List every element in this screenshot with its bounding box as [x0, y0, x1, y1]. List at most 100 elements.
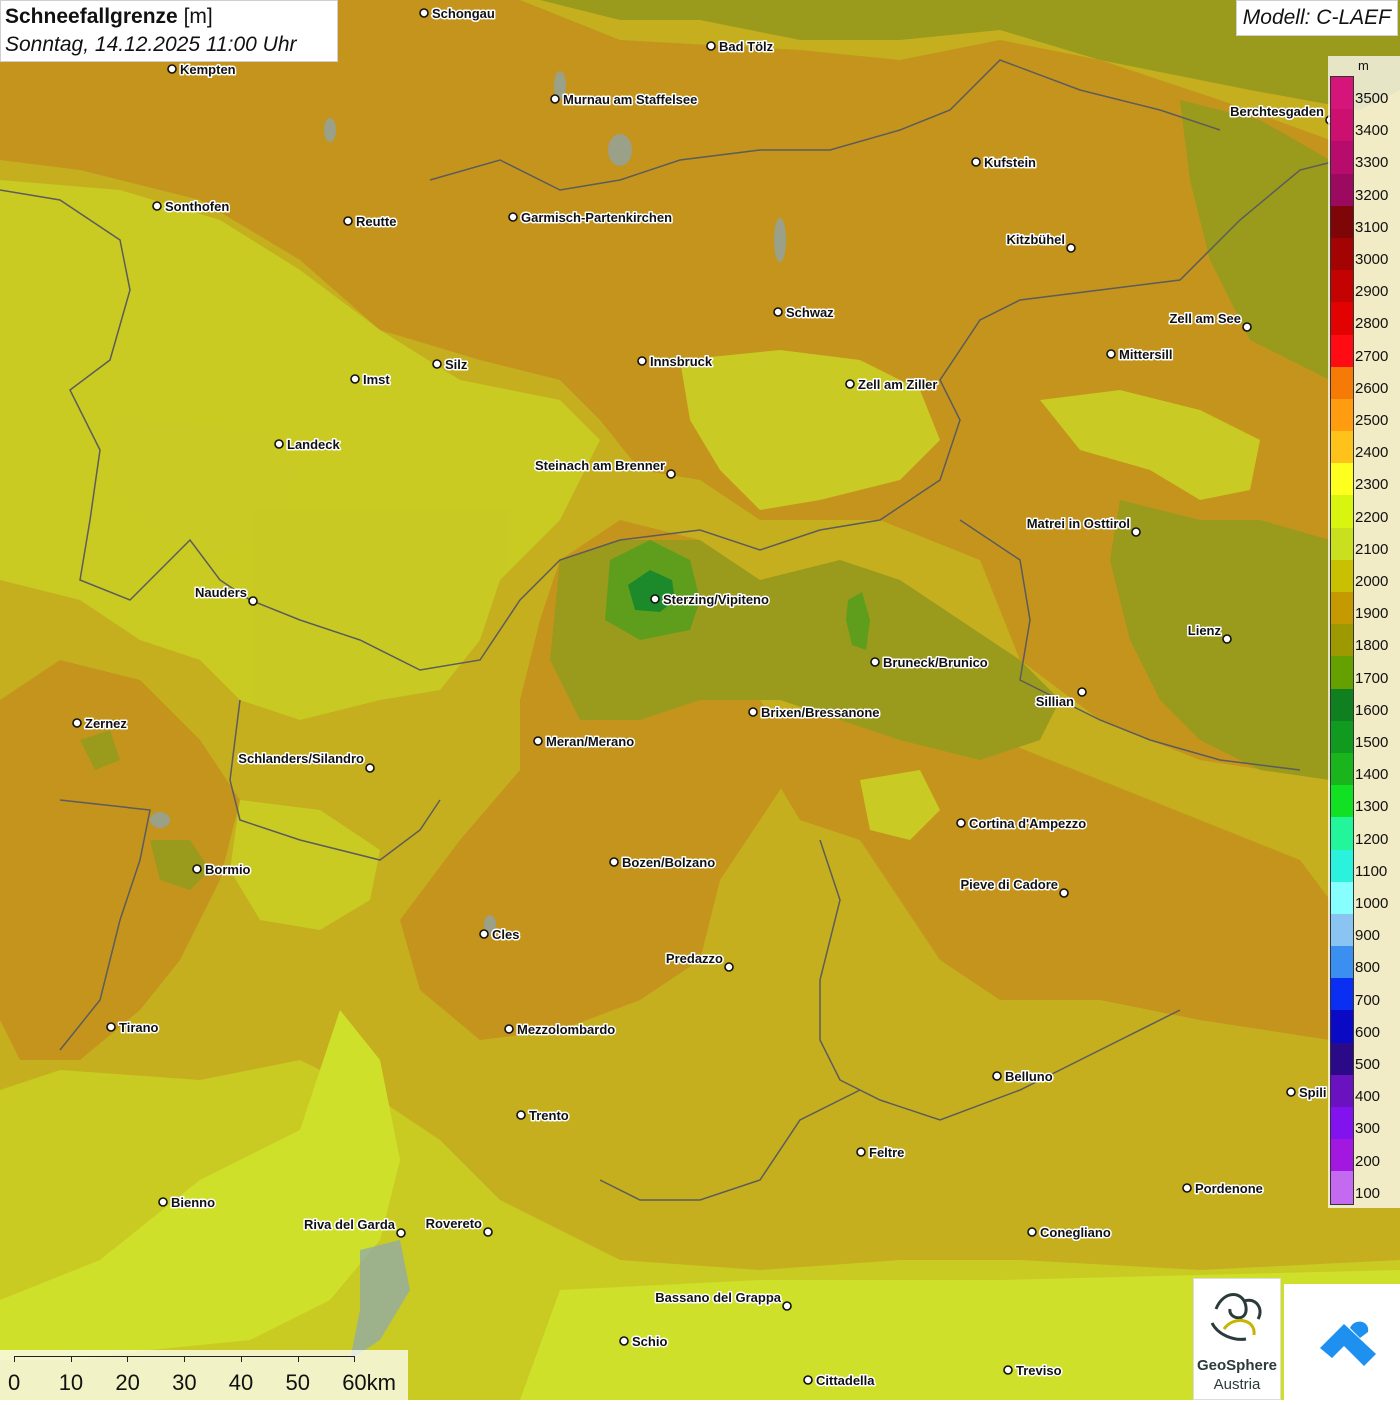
legend-swatch [1331, 559, 1353, 592]
legend-swatch [1331, 656, 1353, 689]
geosphere-logo-line2: Austria [1213, 1376, 1261, 1393]
legend-label: 800 [1355, 959, 1381, 977]
legend-label: 100 [1355, 1184, 1381, 1202]
city-dot [419, 8, 429, 18]
legend-label: 1300 [1355, 798, 1389, 816]
city-label: Garmisch-Partenkirchen [521, 210, 672, 225]
city-label: Trento [529, 1108, 569, 1123]
legend-label: 2700 [1355, 347, 1389, 365]
city-dot [248, 596, 258, 606]
map-title-unit: [m] [183, 5, 213, 28]
city-label: Tirano [119, 1020, 159, 1035]
scale-label: 30 [172, 1370, 197, 1395]
city-marker[interactable]: Bruneck/Brunico [870, 654, 989, 672]
snowline-map[interactable]: Schongau Bad Tölz Kempten Murnau am Staffel… [0, 0, 1400, 1400]
city-label: Bozen/Bolzano [622, 855, 715, 870]
city-marker[interactable]: Murnau am Staffelsee [550, 91, 699, 109]
legend-label: 2600 [1355, 379, 1389, 397]
city-dot [550, 94, 560, 104]
city-marker[interactable]: Sterzing/Vipiteno [650, 591, 770, 609]
legend-label: 1400 [1355, 766, 1389, 784]
city-dot [504, 1024, 514, 1034]
city-dot [1066, 243, 1076, 253]
city-label: Zell am Ziller [858, 377, 937, 392]
city-label: Cles [492, 927, 519, 942]
legend-label: 600 [1355, 1023, 1381, 1041]
legend-label: 1800 [1355, 637, 1389, 655]
scale-label: 50 [285, 1370, 310, 1395]
legend-swatch [1331, 881, 1353, 914]
city-marker[interactable]: Brixen/Bressanone [748, 704, 881, 722]
city-dot [650, 594, 660, 604]
city-label: Sterzing/Vipiteno [663, 592, 769, 607]
city-dot [609, 857, 619, 867]
legend-swatch [1331, 1074, 1353, 1107]
city-label: Kitzbühel [1007, 232, 1066, 247]
city-dot [956, 818, 966, 828]
city-dot [1286, 1087, 1296, 1097]
legend-swatch [1331, 1042, 1353, 1075]
map-title-text: Schneefallgrenze [5, 5, 178, 28]
legend-swatch [1331, 205, 1353, 238]
city-label: Pieve di Cadore [960, 877, 1058, 892]
city-dot [619, 1336, 629, 1346]
geosphere-logo[interactable]: GeoSphere Austria [1193, 1278, 1281, 1400]
city-label: Murnau am Staffelsee [563, 92, 697, 107]
legend-label: 3100 [1355, 218, 1389, 236]
city-label: Bad Tölz [719, 39, 774, 54]
city-label: Schongau [432, 6, 495, 21]
legend-swatch [1331, 946, 1353, 979]
city-label: Sillian [1036, 694, 1074, 709]
legend-swatch [1331, 913, 1353, 947]
city-marker[interactable]: Zell am Ziller [845, 376, 939, 394]
city-label: Mittersill [1119, 347, 1172, 362]
city-dot [724, 962, 734, 972]
scale-tick [14, 1356, 15, 1362]
legend-swatch [1331, 334, 1353, 367]
city-dot [1131, 527, 1141, 537]
city-marker[interactable]: Mezzolombardo [504, 1021, 617, 1039]
legend-swatch [1331, 173, 1353, 206]
legend-swatch [1331, 431, 1353, 464]
city-label: Nauders [195, 585, 247, 600]
title-box: Schneefallgrenze [m] Sonntag, 14.12.2025… [0, 0, 338, 62]
city-marker[interactable]: Conegliano [1027, 1224, 1112, 1242]
city-label: Zell am See [1169, 311, 1241, 326]
legend-unit: m [1358, 58, 1369, 73]
city-marker[interactable]: Meran/Merano [533, 733, 636, 751]
city-marker[interactable]: Garmisch-Partenkirchen [508, 209, 674, 227]
legend-swatch [1331, 785, 1353, 818]
city-marker[interactable]: Schongau [419, 5, 496, 23]
city-dot [158, 1197, 168, 1207]
city-label: Rovereto [426, 1216, 482, 1231]
city-dot [350, 374, 360, 384]
city-dot [706, 41, 716, 51]
city-dot [845, 379, 855, 389]
city-dot [516, 1110, 526, 1120]
legend-swatch [1331, 77, 1353, 110]
scale-label: 0 [8, 1370, 21, 1395]
city-label: Landeck [287, 437, 341, 452]
legend-swatch [1331, 398, 1353, 432]
city-label: Zernez [85, 716, 127, 731]
city-dot [748, 707, 758, 717]
legend-swatch [1331, 1010, 1353, 1043]
city-label: Kufstein [984, 155, 1036, 170]
city-marker[interactable]: Cortina d'Ampezzo [956, 815, 1088, 833]
city-marker[interactable]: Sonthofen [152, 198, 231, 216]
city-label: Cortina d'Ampezzo [969, 816, 1086, 831]
city-label: Berchtesgaden [1230, 104, 1324, 119]
city-marker[interactable]: Innsbruck [637, 353, 714, 371]
city-label: Conegliano [1040, 1225, 1111, 1240]
city-label: Feltre [869, 1145, 904, 1160]
city-marker[interactable]: Bozen/Bolzano [609, 854, 717, 872]
scale-tick [127, 1356, 129, 1362]
app-logo[interactable] [1284, 1284, 1400, 1400]
city-dot [1003, 1365, 1013, 1375]
scale-label: 20 [115, 1370, 140, 1395]
legend-swatch [1331, 978, 1353, 1011]
city-marker[interactable]: Pordenone [1182, 1180, 1264, 1198]
city-dot [666, 469, 676, 479]
city-dot [167, 64, 177, 74]
city-dot [508, 212, 518, 222]
